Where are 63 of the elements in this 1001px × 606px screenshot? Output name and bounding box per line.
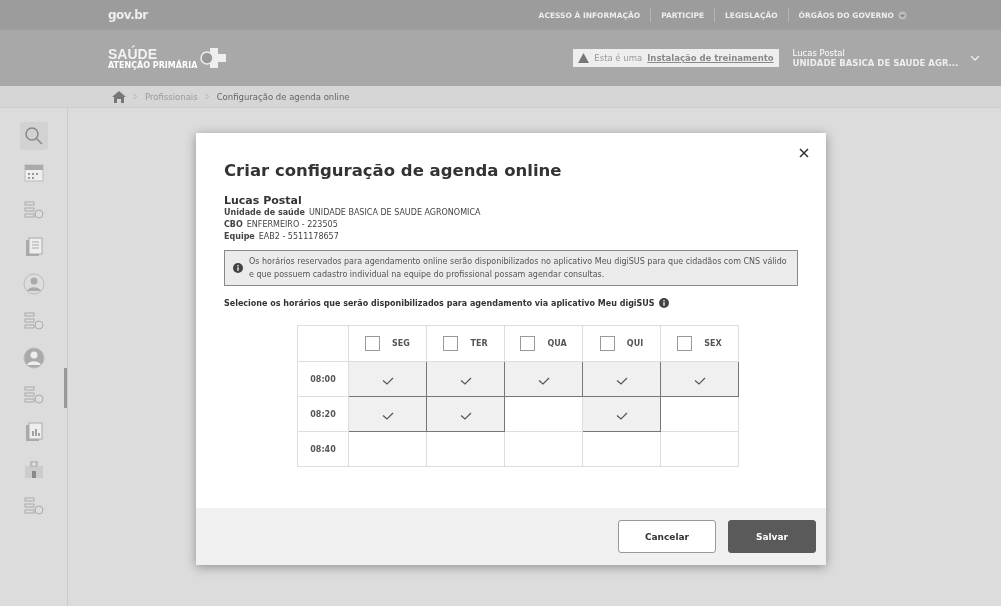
user-name: Lucas Postal — [792, 48, 846, 58]
user-unit: UNIDADE BASICA DE SAUDE AGR... — [792, 58, 959, 68]
field-label: Equipe — [224, 231, 255, 243]
field-label: CBO — [224, 219, 243, 231]
check-icon — [693, 376, 706, 385]
calendar-icon — [22, 162, 45, 184]
list-icon — [22, 495, 45, 517]
person-icon — [22, 347, 45, 369]
save-button[interactable]: Salvar — [728, 520, 816, 553]
search-button[interactable] — [19, 122, 48, 150]
time-slot[interactable] — [348, 396, 427, 432]
time-label: 08:00 — [297, 361, 349, 397]
home-icon[interactable] — [112, 90, 126, 103]
time-slot[interactable] — [504, 361, 583, 397]
notice-text: Esta é uma — [594, 53, 643, 63]
warning-icon — [578, 53, 590, 63]
training-link[interactable]: Instalação de treinamento — [647, 53, 774, 63]
field-value: UNIDADE BASICA DE SAUDE AGRONOMICA — [308, 207, 481, 219]
check-icon — [381, 376, 394, 385]
check-icon — [459, 376, 472, 385]
gov-logo[interactable]: gov.br — [108, 8, 148, 22]
person-icon — [22, 273, 45, 295]
search-icon — [22, 125, 45, 147]
time-slot[interactable] — [582, 361, 661, 397]
checkbox[interactable] — [443, 336, 459, 351]
check-icon — [615, 376, 628, 385]
chevron-down-icon[interactable] — [970, 55, 981, 61]
breadcrumb-link[interactable]: Configuração de agenda online — [216, 91, 350, 102]
time-slot[interactable] — [426, 396, 505, 432]
time-slot[interactable] — [660, 361, 739, 397]
instruction-text: Selecione os horários que serão disponibilizados para agendamento via aplicativo Meu digiSUS — [224, 298, 655, 308]
logo-subtitle: ATENÇÃO PRIMÁRIA — [108, 60, 198, 70]
scrollbar-thumb[interactable] — [64, 368, 67, 408]
list-icon — [22, 384, 45, 406]
info-icon — [233, 263, 243, 273]
time-label: 08:20 — [297, 396, 349, 432]
check-icon — [615, 411, 628, 420]
cancel-button[interactable]: Cancelar — [618, 520, 716, 553]
time-slot[interactable] — [582, 396, 661, 432]
chevron-right-icon — [133, 93, 138, 100]
checkbox[interactable] — [365, 336, 381, 351]
time-slot[interactable] — [348, 361, 427, 397]
checkbox[interactable] — [599, 336, 615, 351]
field-value: EAB2 - 5511178657 — [258, 231, 339, 243]
check-icon — [459, 411, 472, 420]
info-icon — [658, 298, 669, 308]
field-value: ENFERMEIRO - 223505 — [246, 219, 338, 231]
dialog-title: Criar configuração de agenda online — [224, 161, 563, 180]
checkbox[interactable] — [677, 336, 693, 351]
list-icon — [22, 199, 45, 221]
info-text: Os horários reservados para agendamento online serão disponibilizados no aplicativo Meu digiSUS para que cidadãos com CNS válido e que possuem cadastro individual na equipe do profissional possam agendar consultas. — [249, 256, 788, 281]
professional-name: Lucas Postal — [224, 194, 303, 207]
checkbox[interactable] — [520, 336, 536, 351]
time-slot[interactable] — [426, 361, 505, 397]
list-icon — [22, 310, 45, 332]
field-label: Unidade de saúde — [224, 207, 305, 219]
chevron-right-icon — [204, 93, 210, 100]
close-icon — [799, 148, 809, 158]
building-icon — [22, 458, 45, 480]
check-icon — [381, 411, 394, 420]
logo-text: SAÚDE — [108, 46, 157, 61]
check-icon — [537, 376, 550, 385]
time-label: 08:40 — [297, 431, 349, 467]
